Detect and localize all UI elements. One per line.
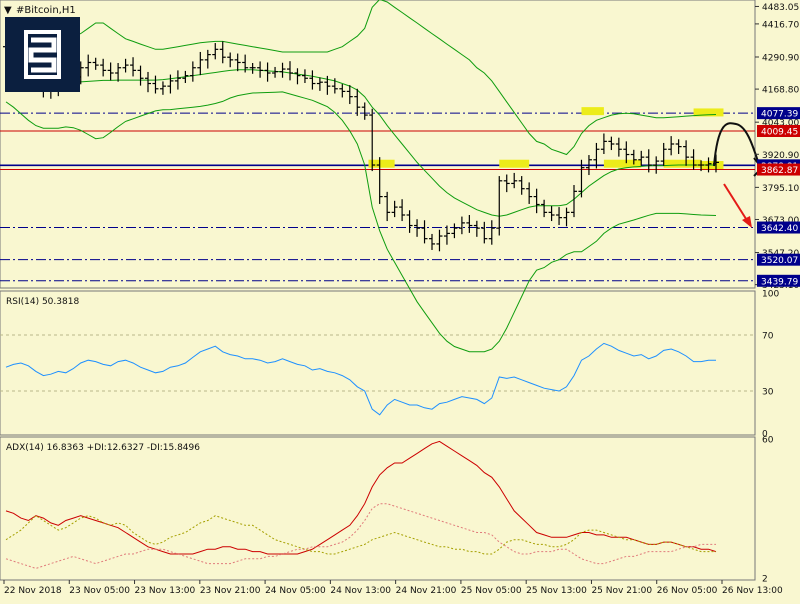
time-tick-label: 25 Nov 21:00 [591,586,652,596]
time-axis: 22 Nov 2018 23 Nov 05:00 23 Nov 13:00 23 No… [3,580,783,596]
time-tick-label: 24 Nov 13:00 [330,586,391,596]
price-tick-label: 4168.80 [762,86,799,96]
adx-tick-label: 2 [762,575,768,585]
rsi-tick-label: 70 [762,332,774,342]
time-tick-label: 23 Nov 05:00 [69,586,130,596]
support-highlight [663,159,702,168]
time-tick-label: 26 Nov 13:00 [722,586,783,596]
time-tick-label: 25 Nov 05:00 [461,586,522,596]
price-tick-label: 3795.10 [762,184,799,194]
logo-icon [5,17,80,92]
chart-title: #Bitcoin,H1 [16,5,76,16]
price-tick-label: 3920.90 [762,151,799,161]
support-highlight [581,107,604,116]
price-tick-label: 4483.05 [762,3,799,13]
time-tick-label: 26 Nov 05:00 [657,586,718,596]
time-tick-label: 25 Nov 13:00 [526,586,587,596]
price-tick-label: 4290.90 [762,53,799,63]
adx-axis: 60 2 [762,436,774,585]
price-pane [0,0,756,289]
time-tick-label: 24 Nov 05:00 [265,586,326,596]
time-tick-label: 24 Nov 21:00 [396,586,457,596]
time-tick-label: 23 Nov 13:00 [135,586,196,596]
adx-pane [0,436,756,581]
level-label: 3520.07 [761,256,798,266]
level-label: 4009.45 [761,127,798,137]
symbol-dropdown-icon[interactable]: ▼ [4,5,12,16]
time-tick-label: 22 Nov 2018 [4,586,62,596]
chart-svg: ▼ #Bitcoin,H1 RSI(14) 50.3818 ADX(14) 16… [0,0,800,596]
rsi-title: RSI(14) 50.3818 [6,297,79,307]
rsi-axis: 10070300 [762,290,779,440]
level-labels: 4077.394009.453878.813862.873642.403520.… [757,107,800,287]
adx-title: ADX(14) 16.8363 +DI:12.6327 -DI:15.8496 [6,443,200,453]
price-tick-label: 4416.70 [762,20,799,30]
support-highlight [499,159,530,168]
level-label: 3642.40 [761,224,798,234]
level-label: 4077.39 [761,110,798,120]
level-label: 3862.87 [761,166,798,176]
level-label: 3439.79 [761,277,798,287]
price-axis: 4483.054416.704290.904168.804043.003920.… [755,3,799,291]
adx-tick-label: 60 [762,436,774,446]
time-tick-label: 23 Nov 21:00 [200,586,261,596]
rsi-tick-label: 30 [762,388,774,398]
rsi-tick-label: 100 [762,290,779,300]
chart-window: ▼ #Bitcoin,H1 RSI(14) 50.3818 ADX(14) 16… [0,0,800,600]
